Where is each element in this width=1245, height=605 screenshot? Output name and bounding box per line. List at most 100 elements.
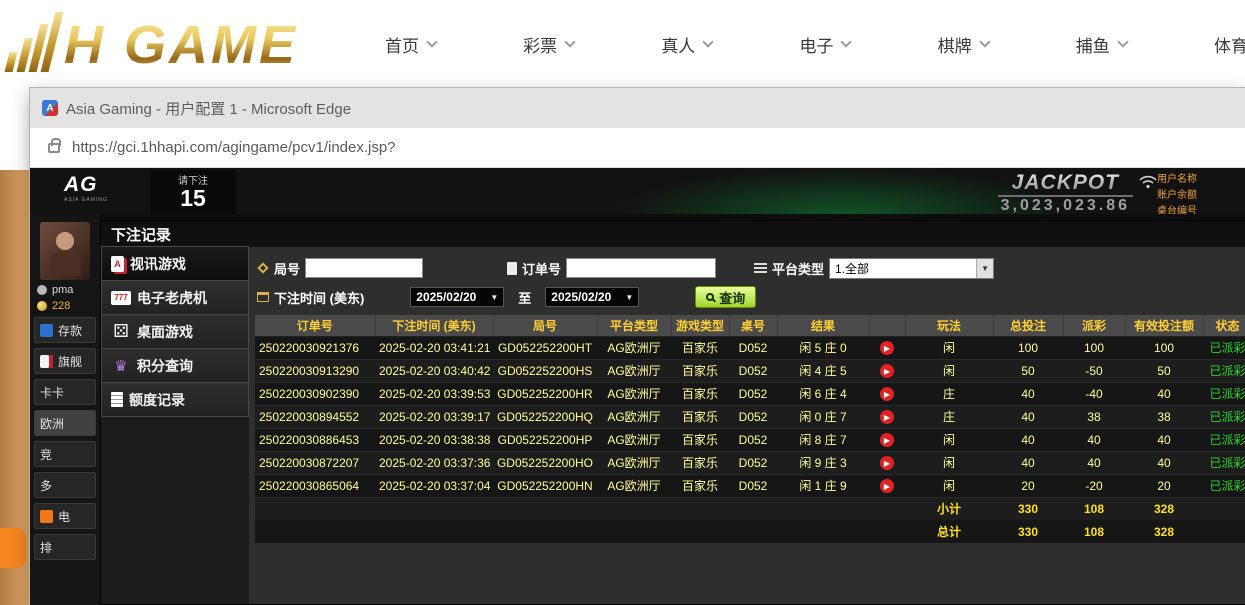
cell-game: 百家乐 [671,428,729,451]
chevron-down-icon [841,36,852,47]
window-title: Asia Gaming - 用户配置 1 - Microsoft Edge [66,98,351,119]
panel-menu-视讯游戏[interactable]: 视讯游戏 [101,246,249,281]
status-badge: 已派彩 [1209,479,1245,493]
sidebar-item-多[interactable]: 多 [34,472,96,498]
cell-result: 闲 0 庄 7 [777,405,869,428]
cell-game: 百家乐 [671,382,729,405]
card-icon [40,355,53,368]
page-float-widget[interactable] [0,528,26,568]
cell-order: 250220030894552 [255,405,375,428]
sidebar-item-卡卡[interactable]: 卡卡 [34,379,96,405]
replay-icon[interactable]: ▶ [880,364,894,378]
sidebar-item-电[interactable]: 电 [34,503,96,529]
edge-window: A Asia Gaming - 用户配置 1 - Microsoft Edge … [30,88,1245,605]
cell-order: 250220030902390 [255,382,375,405]
sidebar-item-存款[interactable]: 存款 [34,317,96,343]
chevron-down-icon: ▼ [625,293,633,302]
chevron-down-icon [1117,36,1128,47]
chevron-down-icon: ▼ [976,259,993,278]
table-row: 2502200309213762025-02-20 03:41:21GD0522… [255,336,1245,359]
table-row: 2502200309023902025-02-20 03:39:53GD0522… [255,382,1245,405]
url-text: https://gci.1hhapi.com/agingame/pcv1/ind… [72,139,396,156]
cell-game: 百家乐 [671,451,729,474]
nav-item-体育[interactable]: 体育 [1214,32,1245,57]
replay-icon[interactable]: ▶ [880,433,894,447]
flame-icon [40,510,53,523]
filter-row-1: 局号 订单号 平台类型 1.全部 ▼ [255,255,1239,281]
sidebar-label: 欧洲 [40,415,64,432]
magnifier-icon [706,293,714,301]
column-header: 桌号 [729,315,777,336]
sidebar-item-排[interactable]: 排 [34,534,96,560]
nav-item-棋牌[interactable]: 棋牌 [938,32,989,57]
cell-status: 已派彩 [1203,474,1245,497]
sidebar-label: 多 [40,477,52,494]
cell-valid: 40 [1125,382,1203,405]
cell-bet: 100 [993,336,1063,359]
lock-icon [48,143,60,153]
cell-table: D052 [729,405,777,428]
cell-payout: 100 [1063,336,1125,359]
platform-select[interactable]: 1.全部 ▼ [829,258,994,279]
panel-menu-桌面游戏[interactable]: ⚄桌面游戏 [101,314,249,349]
cell-table: D052 [729,451,777,474]
edge-titlebar[interactable]: A Asia Gaming - 用户配置 1 - Microsoft Edge [30,88,1245,128]
cell-table: D052 [729,428,777,451]
nav-item-彩票[interactable]: 彩票 [523,32,574,57]
cell-play: 闲 [905,428,993,451]
nav-item-首页[interactable]: 首页 [385,32,436,57]
subtotal-valid: 328 [1125,497,1203,520]
cell-status: 已派彩 [1203,405,1245,428]
site-logo[interactable]: H GAME [12,12,298,72]
sidebar-item-欧洲[interactable]: 欧洲 [34,410,96,436]
sidebar-label: 存款 [58,322,82,339]
mi-doc-icon [111,392,123,407]
query-label: 查询 [719,288,745,307]
cell-game: 百家乐 [671,474,729,497]
cell-result: 闲 4 庄 5 [777,359,869,382]
username-row: pma [37,284,93,296]
cell-order: 250220030921376 [255,336,375,359]
cell-play: 闲 [905,359,993,382]
user-info-label: 账户余额 [1157,186,1245,201]
status-badge: 已派彩 [1209,410,1245,424]
cell-time: 2025-02-20 03:41:21 [375,336,493,359]
panel-menu-电子老虎机[interactable]: 777电子老虎机 [101,280,249,315]
round-label: 局号 [274,259,300,278]
panel-menu-额度记录[interactable]: 额度记录 [101,382,249,417]
nav-item-电子[interactable]: 电子 [799,32,850,57]
cell-game: 百家乐 [671,405,729,428]
nav-item-真人[interactable]: 真人 [661,32,712,57]
status-badge: 已派彩 [1209,341,1245,355]
site-header: H GAME 首页 彩票 真人 电子 棋牌 捕鱼 体育 [0,0,1245,88]
panel-menu: 视讯游戏 777电子老虎机⚄桌面游戏♛积分查询额度记录 [101,247,249,604]
menu-label: 视讯游戏 [130,254,186,274]
order-input[interactable] [566,258,716,278]
round-filter: 局号 [257,258,423,278]
panel-title: 下注记录 [101,221,1245,247]
edge-addressbar[interactable]: https://gci.1hhapi.com/agingame/pcv1/ind… [30,128,1245,168]
cell-round: GD052252200HR [493,382,597,405]
nav-item-捕鱼[interactable]: 捕鱼 [1076,32,1127,57]
replay-icon[interactable]: ▶ [880,341,894,355]
table-row: 2502200308864532025-02-20 03:38:38GD0522… [255,428,1245,451]
cell-platform: AG欧洲厅 [597,451,671,474]
sidebar-item-竞[interactable]: 竞 [34,441,96,467]
replay-icon[interactable]: ▶ [880,410,894,424]
query-button[interactable]: 查询 [695,286,756,308]
nav-label: 棋牌 [938,32,972,57]
round-input[interactable] [305,258,423,278]
replay-icon[interactable]: ▶ [880,479,894,493]
filter-row-2: 下注时间 (美东) 2025/02/20 ▼ 至 2025/02/20 ▼ 查询 [255,284,1239,310]
bet-countdown: 请下注 15 [150,170,236,214]
sidebar-item-旗舰[interactable]: 旗舰 [34,348,96,374]
date-to-picker[interactable]: 2025/02/20 ▼ [545,287,639,307]
cell-play: 闲 [905,474,993,497]
replay-icon[interactable]: ▶ [880,456,894,470]
panel-menu-积分查询[interactable]: ♛积分查询 [101,348,249,383]
replay-icon[interactable]: ▶ [880,387,894,401]
date-to-value: 2025/02/20 [551,290,611,304]
cell-replay: ▶ [869,359,905,382]
coin-icon [37,301,47,311]
date-from-picker[interactable]: 2025/02/20 ▼ [410,287,504,307]
